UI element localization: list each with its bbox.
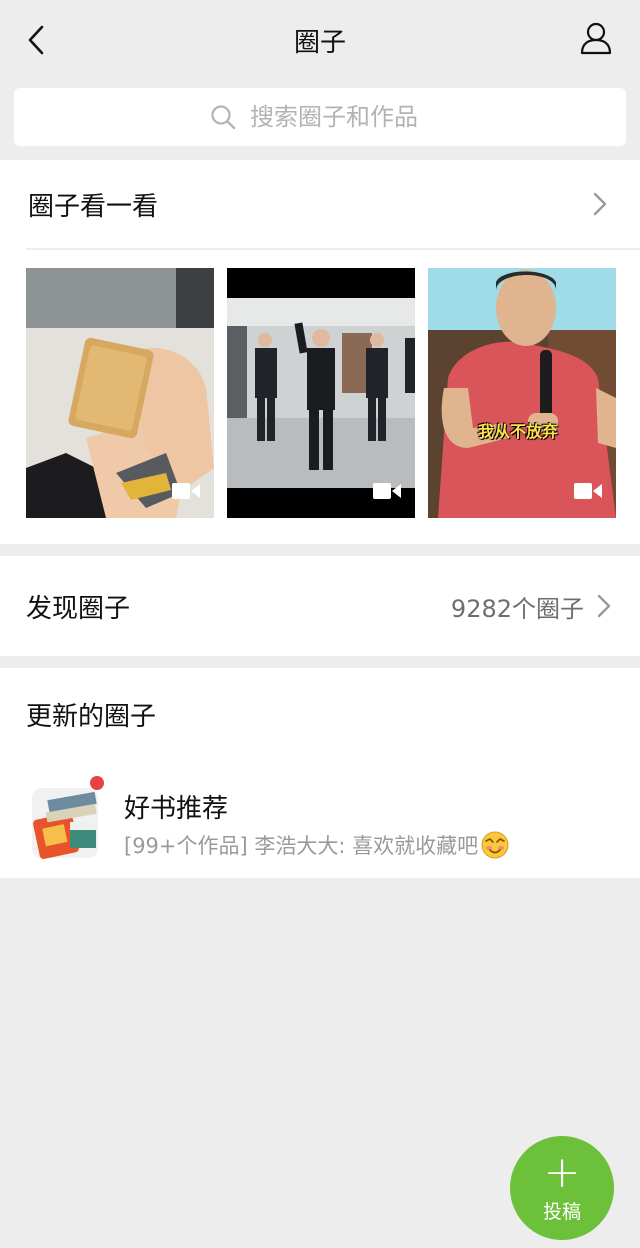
video-camera-icon	[172, 483, 200, 499]
circle-latest-post: [99+个作品] 李浩大大: 喜欢就收藏吧	[124, 834, 479, 858]
circle-count: 9282个圈子	[450, 594, 584, 623]
search-input[interactable]	[250, 103, 430, 131]
updated-label: 更新的圈子	[26, 702, 157, 732]
updated-circles-section: 更新的圈子 好书推荐 [99+个作品] 李浩大大: 喜欢就收藏吧	[0, 668, 640, 878]
browse-section: 圈子看一看 我从不放弃	[0, 160, 640, 544]
video-thumbnail[interactable]: 我从不放弃	[428, 268, 616, 518]
discover-label: 发现圈子	[26, 593, 131, 624]
video-caption: 我从不放弃	[478, 422, 559, 441]
chevron-left-icon	[28, 25, 44, 55]
back-button[interactable]	[18, 20, 54, 60]
video-preview-image	[26, 268, 214, 518]
search-bar[interactable]	[14, 88, 626, 146]
discover-circles-row[interactable]: 发现圈子 9282个圈子	[0, 556, 640, 656]
video-camera-icon	[574, 483, 602, 499]
video-preview-image	[428, 268, 616, 518]
circle-name: 好书推荐	[124, 794, 229, 824]
plus-icon: +	[543, 1146, 581, 1198]
video-camera-icon	[373, 483, 401, 499]
circle-avatar	[30, 782, 100, 860]
chevron-right-icon	[596, 592, 614, 620]
chevron-right-icon	[592, 190, 612, 218]
page-title: 圈子	[293, 27, 346, 58]
video-thumbnail[interactable]	[26, 268, 214, 518]
browse-header-row[interactable]: 圈子看一看	[0, 160, 640, 248]
video-thumbnail[interactable]	[227, 268, 415, 518]
circles-page: 圈子 圈子看一看	[0, 0, 640, 1248]
person-icon	[580, 22, 612, 55]
search-icon	[210, 103, 238, 131]
circle-description: [99+个作品] 李浩大大: 喜欢就收藏吧	[124, 830, 510, 860]
video-preview-image	[227, 268, 415, 518]
post-button-label: 投稿	[542, 1200, 581, 1223]
smiling-face-emoji-icon	[481, 831, 509, 859]
top-bar: 圈子	[0, 0, 640, 80]
list-item[interactable]: 好书推荐 [99+个作品] 李浩大大: 喜欢就收藏吧	[0, 768, 640, 868]
browse-label: 圈子看一看	[28, 191, 159, 222]
divider	[26, 248, 640, 250]
unread-badge	[90, 776, 104, 790]
profile-button[interactable]	[576, 18, 616, 58]
post-button[interactable]: + 投稿	[510, 1136, 614, 1240]
